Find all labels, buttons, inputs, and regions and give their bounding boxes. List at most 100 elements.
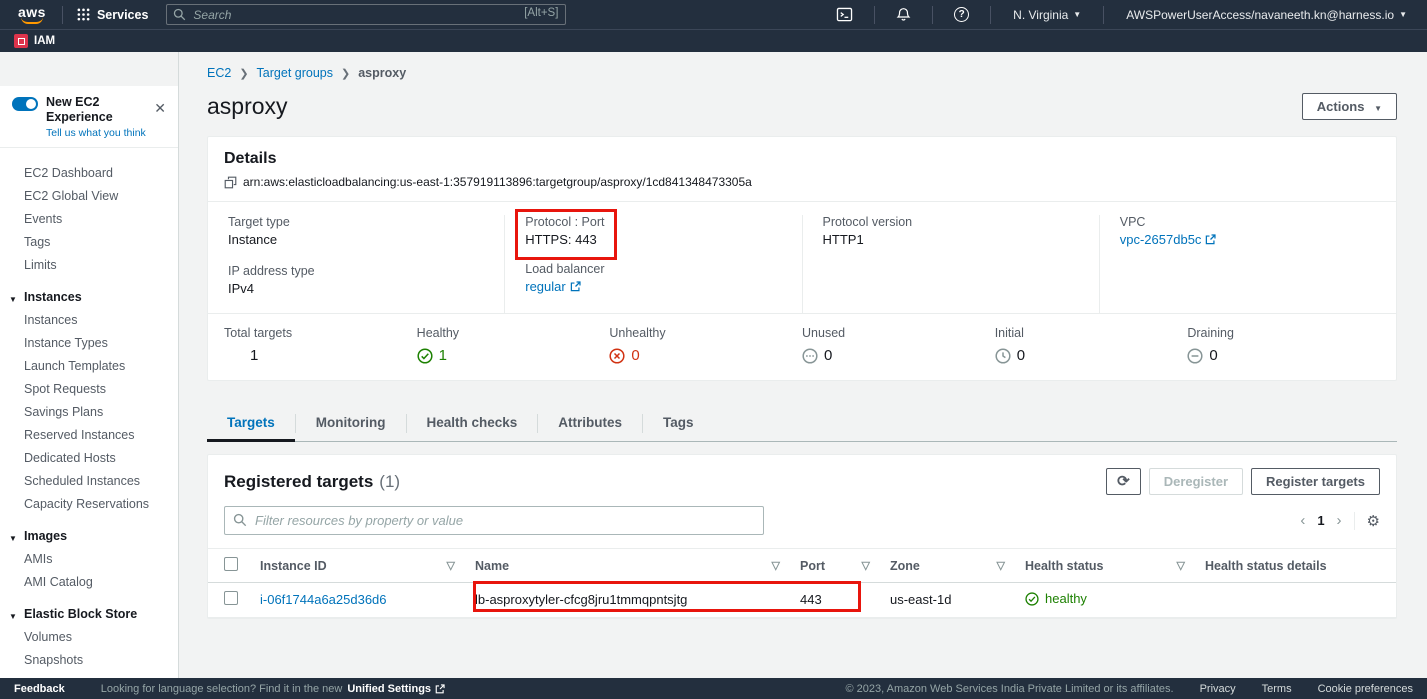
language-hint-text: Looking for language selection? Find it … <box>101 683 343 695</box>
search-shortcut-hint: [Alt+S] <box>524 7 558 19</box>
aws-logo-text: aws <box>18 6 46 18</box>
breadcrumb: EC2 ❯ Target groups ❯ asproxy <box>207 66 1397 80</box>
sidebar-item[interactable]: ▼ AMI Catalog <box>0 571 178 594</box>
sidebar: New EC2 Experience Tell us what you thin… <box>0 52 179 678</box>
load-balancer-link[interactable]: regular <box>525 279 580 294</box>
column-header: Name ▽ <box>465 549 790 583</box>
section-caret-icon: ▼ <box>9 293 17 306</box>
sidebar-item[interactable]: ▼ Spot Requests <box>0 378 178 401</box>
actions-button[interactable]: Actions ▼ <box>1302 93 1397 120</box>
feedback-link[interactable]: Feedback <box>14 683 65 695</box>
instance-id-link[interactable]: i-06f1744a6a25d36d6 <box>260 592 387 607</box>
sidebar-item[interactable]: ▼ Instances <box>0 286 178 309</box>
privacy-link[interactable]: Privacy <box>1200 683 1236 695</box>
aws-logo[interactable]: aws <box>10 6 54 24</box>
row-checkbox[interactable] <box>224 591 238 605</box>
tab[interactable]: Targets <box>207 406 295 441</box>
breadcrumb-target-groups-link[interactable]: Target groups <box>257 66 333 80</box>
tab[interactable]: Tags <box>643 406 714 441</box>
sidebar-item-label: Elastic Block Store <box>24 607 137 621</box>
sidebar-item[interactable]: ▼ Reserved Instances <box>0 424 178 447</box>
new-experience-toggle[interactable] <box>12 97 38 111</box>
sidebar-item[interactable]: ▼ Instances <box>0 309 178 332</box>
new-experience-feedback-link[interactable]: Tell us what you think <box>46 127 168 139</box>
tab[interactable]: Attributes <box>538 406 642 441</box>
help-button[interactable]: ? <box>945 5 978 24</box>
column-header: Health status ▽ <box>1015 549 1195 583</box>
favorite-iam-link[interactable]: IAM <box>14 34 55 48</box>
unified-settings-link[interactable]: Unified Settings <box>347 683 445 695</box>
sidebar-item[interactable]: ▼ Launch Templates <box>0 355 178 378</box>
table-settings-gear-icon[interactable]: ⚙ <box>1367 512 1380 530</box>
sidebar-item[interactable]: ▼ EC2 Dashboard <box>0 162 178 185</box>
footer: Feedback Looking for language selection?… <box>0 678 1427 699</box>
registered-targets-count: (1) <box>379 472 400 492</box>
external-link-icon <box>435 684 445 694</box>
next-page-button[interactable]: › <box>1337 513 1342 528</box>
sidebar-item[interactable]: ▼ Images <box>0 525 178 548</box>
column-header-label: Health status <box>1025 559 1104 573</box>
breadcrumb-separator-icon: ❯ <box>341 67 350 80</box>
new-experience-title: New EC2 Experience <box>46 95 168 125</box>
sidebar-item[interactable]: ▼ Snapshots <box>0 649 178 672</box>
close-icon[interactable]: ✕ <box>154 100 166 117</box>
external-link-icon <box>570 281 581 292</box>
main-content: EC2 ❯ Target groups ❯ asproxy asproxy Ac… <box>179 52 1427 678</box>
sidebar-item[interactable]: ▼ Volumes <box>0 626 178 649</box>
sidebar-item[interactable]: ▼ Elastic Block Store <box>0 603 178 626</box>
draining-label: Draining <box>1187 326 1380 340</box>
sidebar-item[interactable]: ▼ Instance Types <box>0 332 178 355</box>
breadcrumb-separator-icon: ❯ <box>239 67 248 80</box>
search-input[interactable] <box>166 4 566 25</box>
sidebar-item[interactable]: ▼ Capacity Reservations <box>0 493 178 516</box>
sidebar-item-label: Instances <box>24 313 78 327</box>
cookie-preferences-link[interactable]: Cookie preferences <box>1318 683 1413 695</box>
protocol-version-value: HTTP1 <box>823 232 1079 247</box>
terms-link[interactable]: Terms <box>1262 683 1292 695</box>
refresh-icon: ⟳ <box>1117 473 1130 490</box>
register-targets-button[interactable]: Register targets <box>1251 468 1380 495</box>
unhealthy-label: Unhealthy <box>609 326 802 340</box>
page-number[interactable]: 1 <box>1317 513 1324 528</box>
table-row: i-06f1744a6a25d36d6 lb-asproxytyler-cfcg… <box>208 583 1396 618</box>
filter-input[interactable] <box>224 506 764 535</box>
deregister-button[interactable]: Deregister <box>1149 468 1243 495</box>
breadcrumb-ec2-link[interactable]: EC2 <box>207 66 231 80</box>
column-header-label: Port <box>800 559 825 573</box>
services-menu[interactable]: Services <box>71 8 154 22</box>
top-nav-bar: aws Services [Alt+S] <box>0 0 1427 29</box>
copy-icon[interactable] <box>224 176 237 189</box>
cloudshell-terminal-icon <box>836 7 853 22</box>
column-filter-icon[interactable]: ▽ <box>447 559 455 572</box>
sidebar-item[interactable]: ▼ AMIs <box>0 548 178 571</box>
health-status-details-cell <box>1195 583 1396 618</box>
select-all-checkbox[interactable] <box>224 557 238 571</box>
column-filter-icon[interactable]: ▽ <box>772 559 780 572</box>
sidebar-item[interactable]: ▼ Scheduled Instances <box>0 470 178 493</box>
account-menu[interactable]: AWSPowerUserAccess/navaneeth.kn@harness.… <box>1116 8 1417 22</box>
vpc-link[interactable]: vpc-2657db5c <box>1120 232 1217 247</box>
sidebar-item[interactable]: ▼ Dedicated Hosts <box>0 447 178 470</box>
details-heading: Details <box>224 150 1380 168</box>
notifications-button[interactable] <box>887 5 920 24</box>
column-filter-icon[interactable]: ▽ <box>862 559 870 572</box>
tab[interactable]: Health checks <box>407 406 538 441</box>
refresh-button[interactable]: ⟳ <box>1106 468 1141 495</box>
previous-page-button[interactable]: ‹ <box>1300 513 1305 528</box>
tab[interactable]: Monitoring <box>296 406 406 441</box>
sidebar-item[interactable]: ▼ Savings Plans <box>0 401 178 424</box>
sidebar-item[interactable]: ▼ EC2 Global View <box>0 185 178 208</box>
section-caret-icon: ▼ <box>9 610 17 623</box>
registered-targets-card: Registered targets (1) ⟳ Deregister Regi… <box>207 454 1397 619</box>
column-header-label: Zone <box>890 559 920 573</box>
sidebar-item-label: Scheduled Instances <box>24 474 140 488</box>
sidebar-item[interactable]: ▼ Limits <box>0 254 178 277</box>
column-filter-icon[interactable]: ▽ <box>997 559 1005 572</box>
initial-clock-icon <box>995 348 1011 364</box>
sidebar-item[interactable]: ▼ Events <box>0 208 178 231</box>
sidebar-item-label: Snapshots <box>24 653 83 667</box>
cloudshell-button[interactable] <box>827 5 862 24</box>
column-filter-icon[interactable]: ▽ <box>1177 559 1185 572</box>
region-selector[interactable]: N. Virginia ▼ <box>1003 8 1091 22</box>
sidebar-item[interactable]: ▼ Tags <box>0 231 178 254</box>
